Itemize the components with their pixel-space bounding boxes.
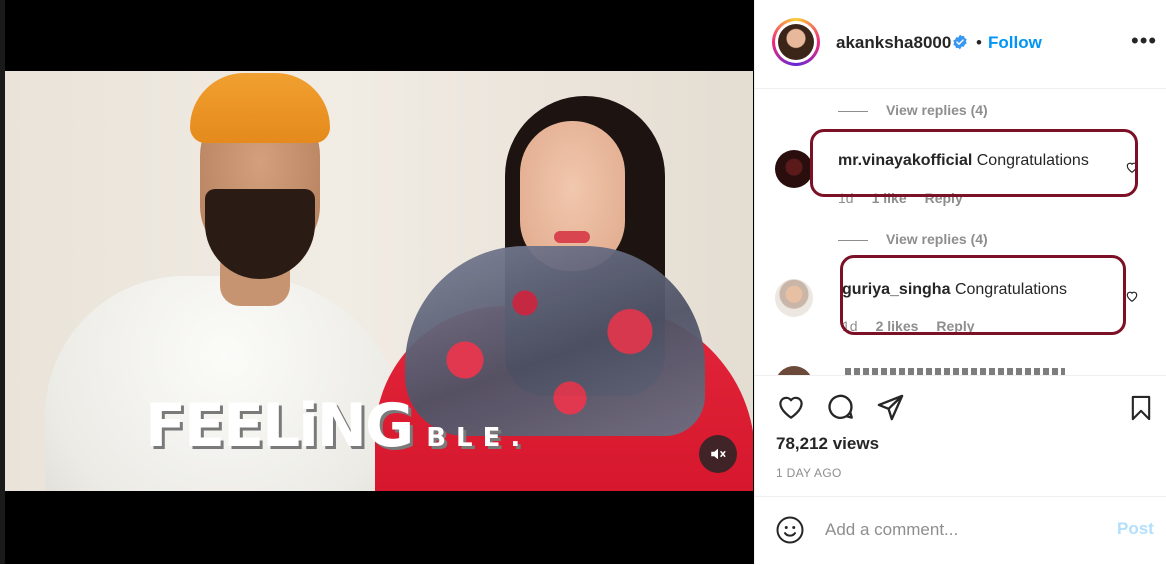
video-caption-overlay: FEELiNG BLE. [145,391,530,461]
post-comment-button[interactable]: Post [1117,519,1154,539]
post-author-username[interactable]: akanksha8000 [836,33,951,53]
comment-like-heart-icon[interactable] [1125,289,1139,303]
emoji-icon[interactable] [775,515,805,545]
view-replies-label: View replies (4) [886,102,988,118]
comment-avatar[interactable] [775,279,813,317]
speaker-muted-icon [711,448,726,460]
post-panel: akanksha8000 • Follow ••• View replies (… [754,0,1166,564]
post-actions: 78,212 views 1 DAY AGO [755,375,1166,496]
video-person-right-lips [554,231,590,243]
highlight-box [810,129,1138,197]
view-count[interactable]: 78,212 views [776,434,879,454]
comment-avatar-partial [775,366,813,375]
view-replies-label: View replies (4) [886,231,988,247]
avatar[interactable] [772,18,820,66]
follow-button[interactable]: Follow [988,33,1042,53]
add-comment-bar: Post [755,496,1166,565]
video-person-left-turban [190,73,330,143]
comment-bubble-icon[interactable] [825,392,856,423]
save-bookmark-icon[interactable] [1127,392,1155,424]
video-player[interactable]: FEELiNG BLE. [5,71,753,491]
replies-line [838,110,868,112]
verified-badge-icon [953,34,967,50]
mute-button[interactable] [699,435,737,473]
next-comment-partial [775,362,1105,375]
avatar-inner [775,21,817,63]
comment-input[interactable] [825,517,1105,543]
video-caption-main: FEELiNG [145,391,414,461]
comments-list[interactable]: View replies (4) mr.vinayakofficial Cong… [755,89,1166,375]
avatar-photo [778,24,814,60]
post-header: akanksha8000 • Follow ••• [755,0,1166,89]
share-send-icon[interactable] [875,392,906,423]
comment-text-partial [845,368,1065,375]
video-caption-small: BLE. [426,423,531,453]
header-separator: • [976,33,982,52]
view-replies-button[interactable]: View replies (4) [838,231,988,247]
replies-line [838,239,868,241]
post-age[interactable]: 1 DAY AGO [776,466,842,480]
more-options-icon[interactable]: ••• [1131,30,1157,52]
view-replies-button[interactable]: View replies (4) [838,102,988,118]
media-pane: FEELiNG BLE. [0,0,754,564]
comment-avatar[interactable] [775,150,813,188]
highlight-box [840,255,1126,335]
like-heart-icon[interactable] [775,392,807,422]
